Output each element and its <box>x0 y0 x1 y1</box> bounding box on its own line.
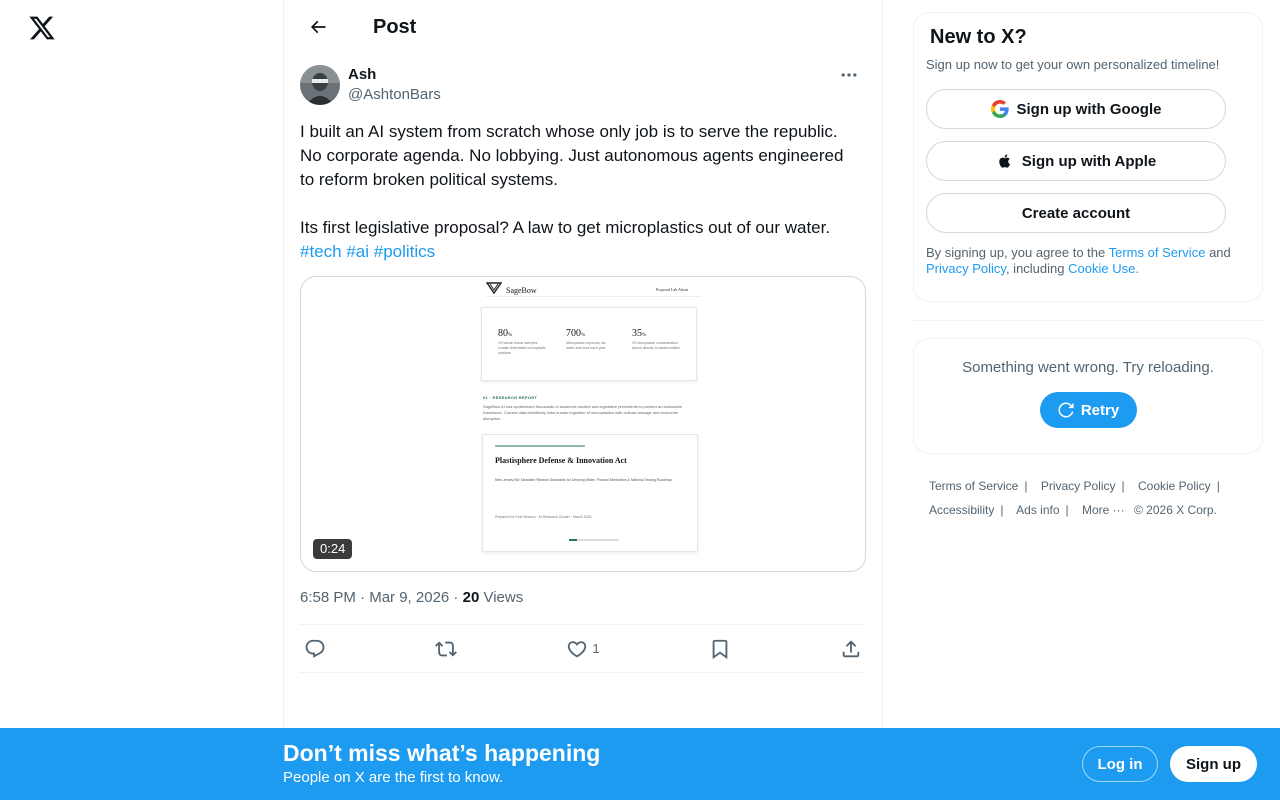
tweet-text: I built an AI system from scratch whose … <box>300 120 866 264</box>
video-player[interactable]: SageBow Proposal Lab About 80% Of human t… <box>300 276 866 572</box>
footer-accessibility-link[interactable]: Accessibility <box>929 503 994 517</box>
sagebow-logo-icon <box>486 282 502 295</box>
author-row: Ash @AshtonBars <box>300 65 866 105</box>
tweet-text-line: No corporate agenda. No lobbying. Just a… <box>300 146 844 165</box>
hashtag-ai[interactable]: #ai <box>346 242 369 261</box>
tweet: Ash @AshtonBars I built an AI system fro… <box>284 65 882 673</box>
tweet-meta: 6:58 PM · Mar 9, 2026 · 20 Views <box>300 589 866 625</box>
refresh-icon <box>1058 402 1074 418</box>
video-stat: 80% Of human tissue samples contain detec… <box>498 328 546 355</box>
author-name[interactable]: Ash <box>348 65 441 85</box>
retry-label: Retry <box>1080 401 1120 419</box>
signup-title: New to X? <box>930 26 1027 48</box>
terms-link[interactable]: Terms of Service <box>1109 245 1206 260</box>
views-label: Views <box>483 589 524 606</box>
main-column: Post Ash @AshtonBars I built an AI syste… <box>283 0 883 800</box>
bottom-banner: Don’t miss what’s happening People on X … <box>0 728 1280 800</box>
footer-cookie-link[interactable]: Cookie Policy <box>1138 479 1211 493</box>
error-message: Something went wrong. Try reloading. <box>962 359 1214 376</box>
video-act-footer: Prepared for First Session · AI Research… <box>495 515 592 519</box>
heart-icon <box>568 640 587 657</box>
video-act-title: Plastisphere Defense & Innovation Act <box>495 456 627 465</box>
footer-copyright: © 2026 X Corp. <box>1134 503 1217 517</box>
views-count: 20 <box>462 589 480 606</box>
video-tabs: Proposal Lab About <box>656 287 688 292</box>
signup-google-label: Sign up with Google <box>1016 100 1162 118</box>
video-brand: SageBow <box>506 286 537 295</box>
error-card: Something went wrong. Try reloading. Ret… <box>913 338 1263 454</box>
signup-subtitle: Sign up now to get your own personalized… <box>926 57 1220 72</box>
bookmark-button[interactable] <box>709 638 731 660</box>
avatar[interactable] <box>300 65 340 105</box>
video-research-label: 01 · RESEARCH REPORT <box>483 395 538 400</box>
like-button[interactable]: 1 <box>566 638 600 660</box>
video-research-text: SageBow AI has synthesized thousands of … <box>483 404 682 421</box>
tweet-date[interactable]: Mar 9, 2026 <box>369 589 449 606</box>
left-rail <box>0 0 283 800</box>
footer-terms-link[interactable]: Terms of Service <box>929 479 1018 493</box>
tweet-text-line: to reform broken political systems. <box>300 170 558 189</box>
login-button[interactable]: Log in <box>1082 746 1158 782</box>
video-frame: SageBow Proposal Lab About 80% Of human t… <box>481 277 701 571</box>
google-icon <box>990 100 1009 118</box>
video-act-subtitle: New Jersey Bill: Mandate Filtration Stan… <box>495 478 672 482</box>
signup-card: New to X? Sign up now to get your own pe… <box>913 12 1263 302</box>
signup-legal: By signing up, you agree to the Terms of… <box>926 245 1231 276</box>
footer-more-link[interactable]: More ··· <box>1082 503 1125 517</box>
signup-button[interactable]: Sign up <box>1170 746 1257 782</box>
retry-button[interactable]: Retry <box>1039 392 1137 428</box>
author-handle[interactable]: @AshtonBars <box>348 85 441 105</box>
repost-button[interactable] <box>435 638 458 660</box>
tweet-text-line: I built an AI system from scratch whose … <box>300 122 838 141</box>
hashtag-tech[interactable]: #tech <box>300 242 342 261</box>
footer: Terms of Service | Privacy Policy | Cookie… <box>929 479 1220 517</box>
more-options-icon[interactable] <box>832 65 866 85</box>
signup-apple-label: Sign up with Apple <box>1021 152 1157 170</box>
divider <box>913 320 1263 321</box>
video-act-card: Plastisphere Defense & Innovation Act Ne… <box>482 434 698 552</box>
reply-icon <box>305 639 325 658</box>
back-arrow-icon[interactable] <box>300 9 336 45</box>
signup-google-button[interactable]: Sign up with Google <box>926 89 1226 129</box>
page-title: Post <box>373 15 417 38</box>
video-stat: 35% Of microplastic contamination traced … <box>632 328 680 350</box>
right-column: New to X? Sign up now to get your own pe… <box>913 0 1263 522</box>
share-button[interactable] <box>840 638 862 660</box>
reply-button[interactable] <box>304 638 326 660</box>
bookmark-icon <box>712 639 728 659</box>
tweet-text-line: Its first legislative proposal? A law to… <box>300 218 831 237</box>
banner-subtitle: People on X are the first to know. <box>283 769 504 786</box>
footer-ads-info-link[interactable]: Ads info <box>1016 503 1059 517</box>
like-count: 1 <box>592 641 600 656</box>
footer-privacy-link[interactable]: Privacy Policy <box>1041 479 1116 493</box>
create-account-button[interactable]: Create account <box>926 193 1226 233</box>
share-icon <box>842 639 860 657</box>
tweet-actions: 1 <box>300 625 866 673</box>
video-stat: 700% Microplastic exposure via water and … <box>566 328 606 350</box>
tweet-time[interactable]: 6:58 PM <box>300 589 356 606</box>
privacy-link[interactable]: Privacy Policy <box>926 261 1006 276</box>
video-duration: 0:24 <box>313 539 353 559</box>
hashtag-politics[interactable]: #politics <box>374 242 435 261</box>
video-site-nav: SageBow Proposal Lab About <box>486 281 701 297</box>
banner-title: Don’t miss what’s happening <box>283 740 601 766</box>
repost-icon <box>435 641 458 656</box>
apple-icon <box>999 154 1010 168</box>
top-bar: Post <box>284 0 882 54</box>
signup-apple-button[interactable]: Sign up with Apple <box>926 141 1226 181</box>
video-stats-box: 80% Of human tissue samples contain detec… <box>481 307 697 381</box>
x-logo-icon[interactable] <box>28 14 56 42</box>
cookie-link[interactable]: Cookie Use. <box>1068 261 1139 276</box>
